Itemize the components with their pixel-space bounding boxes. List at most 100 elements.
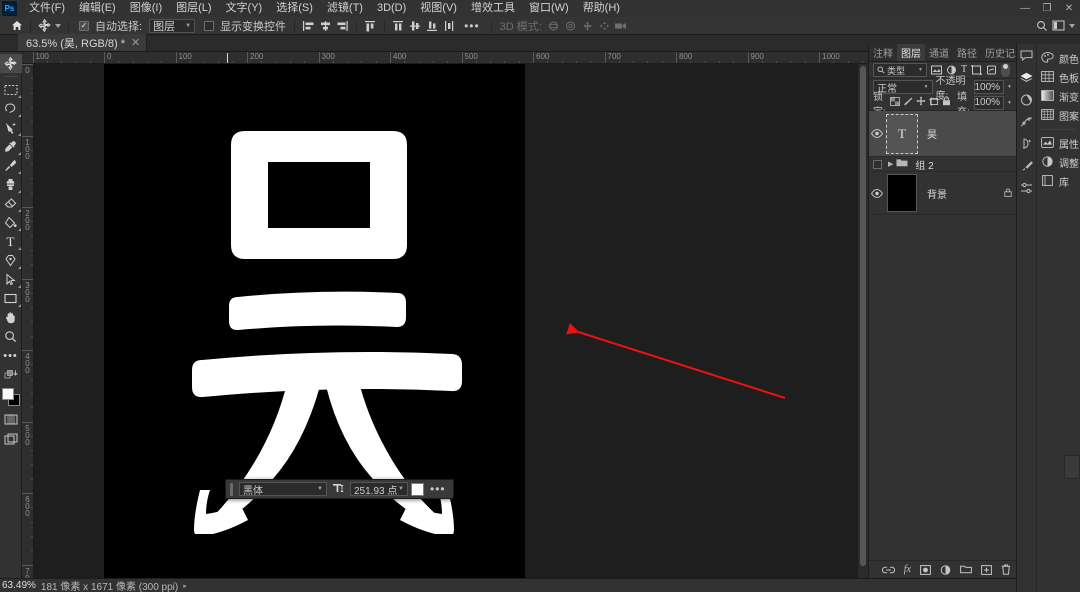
eyedropper-tool[interactable] [0, 137, 22, 156]
more-options-button[interactable]: ••• [458, 19, 486, 33]
artboard[interactable] [104, 64, 525, 578]
move-tool[interactable] [0, 54, 22, 73]
rail-item-swatches[interactable]: 色板 [1037, 68, 1080, 87]
rectangle-tool[interactable] [0, 289, 22, 308]
lock-artboard-icon[interactable] [929, 96, 940, 109]
maximize-button[interactable]: ❐ [1036, 0, 1058, 17]
shape-filter-icon[interactable] [971, 65, 982, 75]
lock-position-icon[interactable] [916, 96, 926, 109]
layer-row-text[interactable]: T 昊 [869, 111, 1016, 157]
rail-item-adjustments[interactable]: 调整 [1037, 153, 1080, 172]
align-top-icon[interactable] [362, 18, 379, 34]
eraser-tool[interactable] [0, 194, 22, 213]
menu-edit[interactable]: 编辑(E) [72, 0, 123, 17]
rail-item-library[interactable]: 库 [1037, 172, 1080, 191]
text-tool-hud[interactable]: 黑体 ▼ 251.93 点 ▼ ••• [225, 479, 454, 499]
distribute-vertical-icon[interactable] [441, 18, 458, 34]
chevron-down-icon[interactable] [1067, 18, 1076, 34]
brush-settings-icon[interactable] [1018, 137, 1036, 150]
menu-window[interactable]: 窗口(W) [522, 0, 576, 17]
color-wheel-icon[interactable] [1018, 93, 1036, 106]
rail-item-gradients[interactable]: 渐变 [1037, 87, 1080, 106]
vertical-scroll-thumb[interactable] [860, 66, 866, 566]
show-transform-checkbox[interactable] [204, 20, 215, 31]
minimize-button[interactable]: — [1014, 0, 1036, 17]
tab-notes[interactable]: 注释 [869, 44, 897, 61]
layer-thumbnail-text[interactable]: T [885, 113, 919, 154]
hud-drag-handle[interactable] [230, 482, 233, 496]
collapsed-panel-stub[interactable] [1064, 455, 1080, 479]
link-layers-icon[interactable] [881, 566, 895, 574]
color-swatches[interactable] [0, 386, 22, 410]
vertical-scrollbar[interactable] [858, 64, 868, 578]
auto-select-checkbox[interactable] [79, 20, 89, 31]
smart-object-filter-icon[interactable] [986, 65, 997, 75]
move-tool-icon[interactable] [36, 18, 53, 34]
home-icon[interactable] [8, 18, 25, 34]
menu-image[interactable]: 图像(I) [123, 0, 169, 17]
curves-icon[interactable] [1018, 115, 1036, 128]
menu-type[interactable]: 文字(Y) [219, 0, 270, 17]
layer-row-group[interactable]: ▶ 组 2 [869, 157, 1016, 172]
auto-select-target-dropdown[interactable]: 图层 ▼ [149, 18, 196, 33]
rectangular-marquee-tool[interactable] [0, 80, 22, 99]
comment-icon[interactable] [1018, 49, 1036, 62]
tool-preset-caret-icon[interactable] [53, 18, 63, 34]
layer-style-fx-icon[interactable]: fx [904, 564, 911, 575]
zoom-level[interactable]: 63.49% [2, 580, 36, 591]
rail-item-properties[interactable]: 属性 [1037, 134, 1080, 153]
distribute-bottom-icon[interactable] [424, 18, 441, 34]
paint-bucket-tool[interactable] [0, 213, 22, 232]
zoom-tool[interactable] [0, 327, 22, 346]
path-selection-tool[interactable] [0, 270, 22, 289]
document-tab[interactable]: 63.5% (昊, RGB/8) * ✕ [18, 34, 148, 51]
fill-input[interactable]: 100% [974, 95, 1005, 110]
adjust-sliders-icon[interactable] [1018, 181, 1036, 194]
align-left-icon[interactable] [300, 18, 317, 34]
font-size-input[interactable]: 251.93 点 ▼ [350, 482, 408, 497]
lock-transparent-icon[interactable] [890, 96, 900, 109]
tab-layers[interactable]: 图层 [897, 44, 925, 61]
distribute-middle-icon[interactable] [407, 18, 424, 34]
layer-name-text[interactable]: 昊 [919, 126, 1012, 141]
screen-mode-toggle[interactable] [0, 429, 22, 448]
menu-select[interactable]: 选择(S) [269, 0, 320, 17]
layer-visibility-icon[interactable] [869, 129, 885, 138]
quick-mask-toggle[interactable] [0, 410, 22, 429]
layer-filter-dropdown[interactable]: 类型 ▼ [873, 63, 927, 77]
text-color-swatch[interactable] [411, 482, 424, 496]
new-layer-icon[interactable] [981, 564, 992, 575]
quick-selection-tool[interactable] [0, 118, 22, 137]
lasso-tool[interactable] [0, 99, 22, 118]
pen-tool[interactable] [0, 251, 22, 270]
rail-item-patterns[interactable]: 图案 [1037, 106, 1080, 125]
add-mask-icon[interactable] [920, 564, 931, 575]
layer-row-background[interactable]: 背景 [869, 172, 1016, 215]
horizontal-ruler[interactable]: 100 0 100 200 300 400 500 600 700 800 900 1000 [22, 52, 868, 64]
font-family-dropdown[interactable]: 黑体 ▼ [239, 482, 327, 497]
menu-view[interactable]: 视图(V) [413, 0, 464, 17]
edit-toolbar-button[interactable]: ••• [0, 346, 22, 365]
search-icon[interactable] [1033, 18, 1050, 34]
menu-file[interactable]: 文件(F) [22, 0, 72, 17]
rail-item-color[interactable]: 颜色 [1037, 49, 1080, 68]
menu-filter[interactable]: 滤镜(T) [320, 0, 370, 17]
layer-name-group[interactable]: 组 2 [908, 157, 933, 172]
foreground-color-swatch[interactable] [1, 388, 14, 400]
menu-help[interactable]: 帮助(H) [576, 0, 627, 17]
lock-all-icon[interactable] [942, 96, 951, 109]
type-tool[interactable]: T [0, 232, 22, 251]
workspace-switcher-icon[interactable] [1050, 18, 1067, 34]
distribute-top-icon[interactable] [390, 18, 407, 34]
vertical-ruler[interactable]: 0 100 200 300 400 500 600 700 [22, 64, 34, 578]
tab-channels[interactable]: 通道 [925, 44, 953, 61]
brush-tool[interactable] [0, 156, 22, 175]
lock-image-icon[interactable] [903, 97, 913, 109]
delete-layer-icon[interactable] [1001, 564, 1011, 575]
align-right-icon[interactable] [334, 18, 351, 34]
layer-thumbnail-background[interactable] [885, 173, 919, 213]
close-button[interactable]: ✕ [1058, 0, 1080, 17]
tab-paths[interactable]: 路径 [953, 44, 981, 61]
layer-name-background[interactable]: 背景 [919, 186, 1004, 201]
clone-stamp-tool[interactable] [0, 175, 22, 194]
